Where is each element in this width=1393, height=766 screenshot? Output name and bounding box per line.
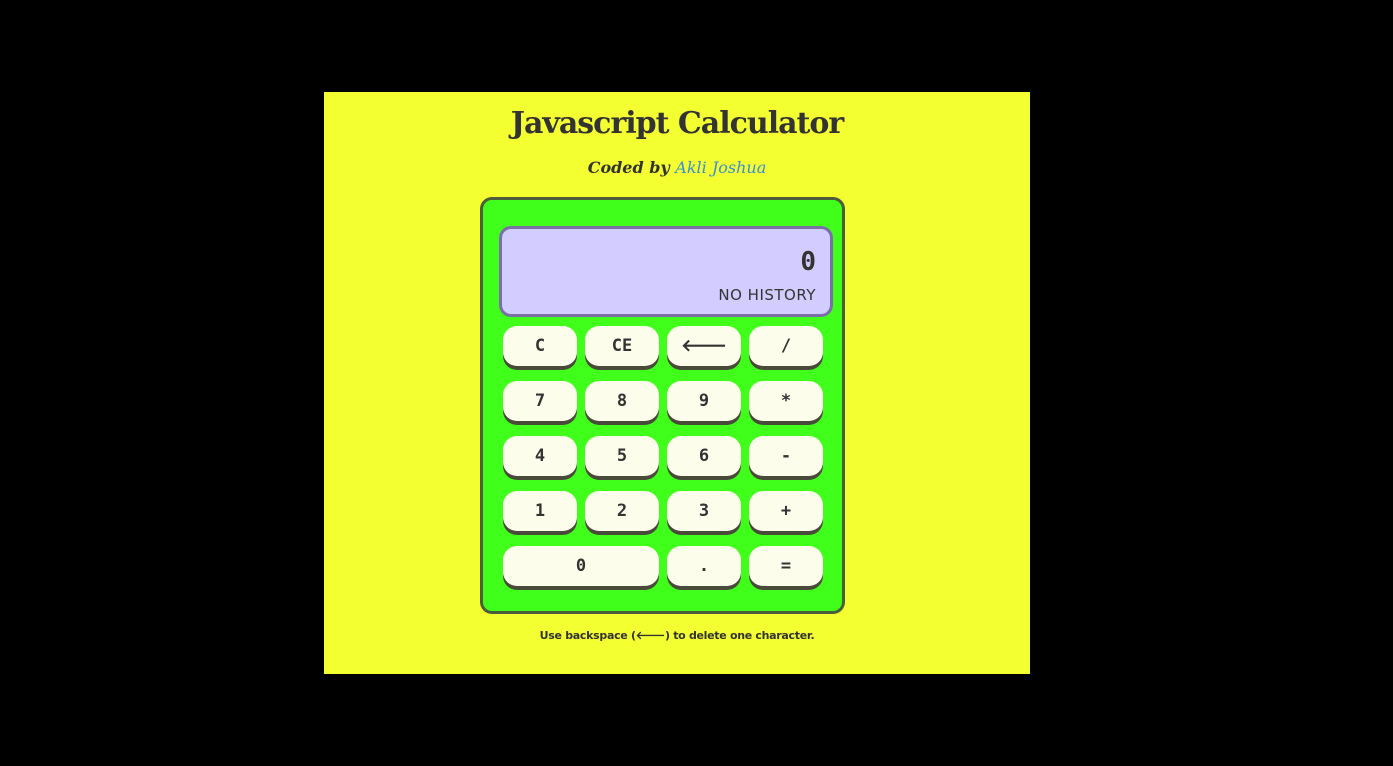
page-title: Javascript Calculator [510,106,844,141]
nine-button[interactable]: 9 [667,381,741,421]
add-button[interactable]: + [749,491,823,531]
current-value: 0 [800,247,816,277]
divide-button[interactable]: / [749,326,823,366]
arrow-left-icon: 🡐 [635,629,666,642]
clear-button[interactable]: C [503,326,577,366]
hint-text-end: ) to delete one character. [664,629,815,642]
calculator-display: 0 NO HISTORY [499,226,833,317]
history-text: NO HISTORY [718,286,816,304]
arrow-left-icon: 🡐 [681,336,727,356]
app-panel: Javascript Calculator Coded by Akli Josh… [324,92,1030,674]
eight-button[interactable]: 8 [585,381,659,421]
coded-by-label: Coded by [587,158,670,177]
calculator: 0 NO HISTORY C CE 🡐 / 7 8 9 * 4 5 6 - 1 … [480,197,845,614]
clear-entry-button[interactable]: CE [585,326,659,366]
subtract-button[interactable]: - [749,436,823,476]
seven-button[interactable]: 7 [503,381,577,421]
byline: Coded by Akli Joshua [324,158,1030,177]
multiply-button[interactable]: * [749,381,823,421]
five-button[interactable]: 5 [585,436,659,476]
hint-text-start: Use backspace ( [539,629,636,642]
four-button[interactable]: 4 [503,436,577,476]
three-button[interactable]: 3 [667,491,741,531]
backspace-hint: Use backspace (🡐) to delete one characte… [324,628,1030,642]
decimal-button[interactable]: . [667,546,741,586]
two-button[interactable]: 2 [585,491,659,531]
six-button[interactable]: 6 [667,436,741,476]
author-link[interactable]: Akli Joshua [675,158,766,177]
one-button[interactable]: 1 [503,491,577,531]
backspace-button[interactable]: 🡐 [667,326,741,366]
zero-button[interactable]: 0 [503,546,659,586]
equals-button[interactable]: = [749,546,823,586]
